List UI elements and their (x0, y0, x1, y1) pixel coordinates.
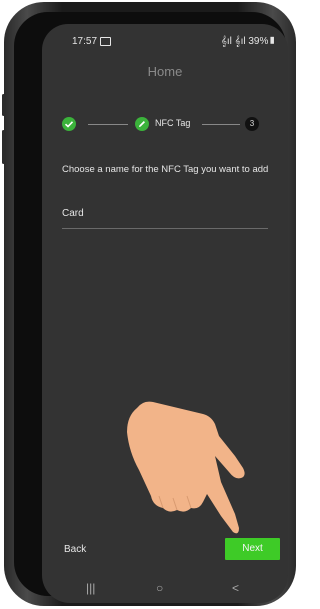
status-indicators: 𝄞ıl 𝄞ıl 39%▮ (220, 36, 276, 47)
pencil-icon (139, 121, 145, 127)
image-notification-icon (100, 37, 111, 46)
power-button (2, 94, 5, 116)
tag-name-input[interactable] (62, 208, 268, 219)
name-prompt: Choose a name for the NFC Tag you want t… (62, 164, 269, 175)
check-icon (64, 121, 74, 128)
tag-name-field[interactable] (62, 202, 268, 229)
step-2-current (135, 117, 149, 131)
back-button[interactable]: Back (64, 544, 86, 555)
nav-back-icon[interactable]: < (232, 581, 239, 595)
step-2-label: NFC Tag (155, 118, 191, 128)
pointing-hand-icon (127, 401, 245, 534)
status-time: 17:57 (72, 36, 98, 47)
step-connector-2 (202, 124, 240, 125)
step-1-complete (62, 117, 76, 131)
status-bar: 17:57 𝄞ıl 𝄞ıl 39%▮ (42, 34, 288, 50)
step-3-pending: 3 (245, 117, 259, 131)
volume-button (2, 130, 5, 164)
home-icon[interactable]: ○ (156, 581, 163, 595)
system-nav-bar: ||| ○ < (42, 573, 288, 603)
step-connector-1 (88, 124, 128, 125)
recents-icon[interactable]: ||| (86, 581, 95, 595)
page-title: Home (147, 64, 183, 79)
